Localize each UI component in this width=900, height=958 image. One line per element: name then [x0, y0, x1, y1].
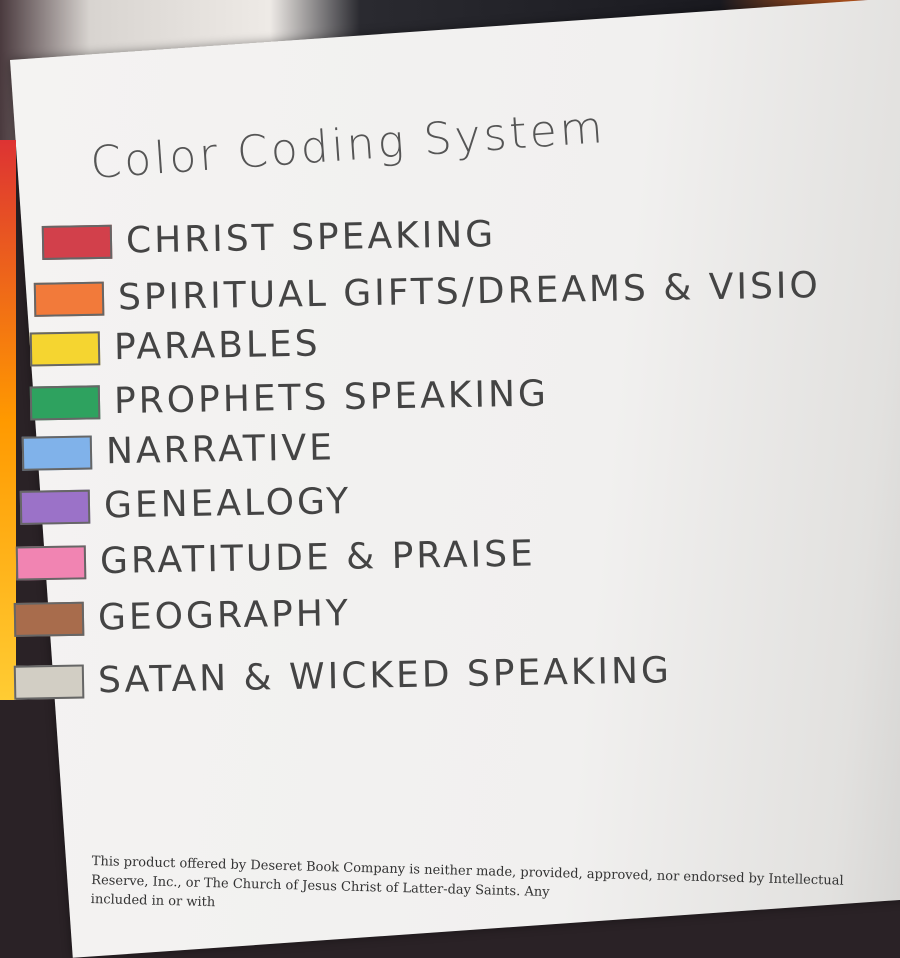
color-swatch [29, 330, 101, 367]
legend-label: NARRATIVE [105, 427, 336, 473]
legend-item-genealogy: GENEALOGY [19, 481, 352, 528]
legend-label: PROPHETS SPEAKING [113, 373, 550, 423]
legend-item-parables: PARABLES [29, 323, 321, 369]
legend-item-geography: GEOGRAPHY [13, 593, 352, 640]
legend-label: GRATITUDE & PRAISE [99, 533, 537, 583]
legend-label: GENEALOGY [103, 481, 352, 527]
color-swatch [21, 435, 93, 471]
color-swatch [29, 384, 101, 421]
color-swatch [33, 281, 105, 317]
color-swatch [19, 489, 91, 525]
legend-label: PARABLES [113, 323, 321, 369]
legend-item-christ-speaking: CHRIST SPEAKING [41, 214, 497, 263]
color-swatch [15, 544, 87, 581]
legend-label: CHRIST SPEAKING [125, 214, 497, 262]
color-swatch [13, 601, 85, 637]
legend-item-narrative: NARRATIVE [21, 427, 336, 473]
legend-label: GEOGRAPHY [97, 593, 352, 639]
color-swatch [13, 664, 85, 700]
color-swatch [41, 224, 113, 260]
